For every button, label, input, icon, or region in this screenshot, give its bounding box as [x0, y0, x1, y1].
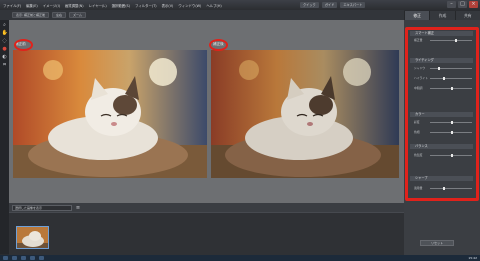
- mode-expert[interactable]: エキスパート: [340, 2, 366, 8]
- menu-enhance[interactable]: 画質調整(N): [65, 3, 84, 8]
- red-eye-icon[interactable]: ●: [2, 46, 8, 52]
- layout-select[interactable]: 左右: [51, 12, 66, 18]
- tab-fix[interactable]: 修正: [404, 11, 430, 20]
- zoom-select[interactable]: ズーム: [68, 12, 86, 18]
- options-bar: 表示: 補正前と補正後 左右 ズーム: [0, 10, 404, 20]
- taskbar-app-icon[interactable]: [21, 256, 26, 260]
- bin-options-icon[interactable]: ≡: [75, 205, 81, 211]
- menu-image[interactable]: イメージ(I): [43, 3, 60, 8]
- panel-tab-bar: 修正 作成 共有: [404, 11, 480, 20]
- tab-create[interactable]: 作成: [429, 11, 454, 20]
- menu-view[interactable]: 表示(V): [162, 3, 174, 8]
- tab-share[interactable]: 共有: [454, 11, 480, 20]
- view-mode-select[interactable]: 表示: 補正前と補正後: [12, 12, 49, 18]
- before-photo[interactable]: [13, 50, 207, 178]
- tool-strip: ⌕ ✋ ◌ ● ◐ ⌗: [0, 20, 9, 254]
- taskbar-clock: 15:42: [468, 256, 477, 260]
- zoom-tool-icon[interactable]: ⌕: [2, 22, 8, 28]
- cat-photo-before: [13, 50, 207, 178]
- quick-select-icon[interactable]: ◌: [2, 38, 8, 44]
- cat-photo-after: [211, 50, 399, 178]
- menu-layer[interactable]: レイヤー(L): [89, 3, 107, 8]
- menu-window[interactable]: ウィンドウ(W): [178, 3, 201, 8]
- menu-file[interactable]: ファイル(F): [3, 3, 21, 8]
- before-label-highlight: [14, 39, 33, 51]
- after-label-highlight: [209, 39, 228, 51]
- maximize-icon[interactable]: □: [458, 1, 467, 8]
- mode-quick[interactable]: クイック: [300, 2, 319, 8]
- close-icon[interactable]: ×: [469, 1, 478, 8]
- hand-tool-icon[interactable]: ✋: [2, 30, 8, 36]
- menu-filter[interactable]: フィルター(T): [135, 3, 157, 8]
- menu-edit[interactable]: 編集(E): [26, 3, 38, 8]
- image-canvas: 補正前 補正後: [9, 20, 404, 203]
- photo-bin-bar: 選択した画像を表示 ≡: [9, 203, 404, 212]
- taskbar-app-icon[interactable]: [12, 256, 17, 260]
- after-photo[interactable]: [211, 50, 399, 178]
- window-controls: – □ ×: [447, 1, 478, 8]
- menu-help[interactable]: ヘルプ(H): [206, 3, 221, 8]
- minimize-icon[interactable]: –: [447, 1, 456, 8]
- menu-bar: ファイル(F) 編集(E) イメージ(I) 画質調整(N) レイヤー(L) 選択…: [0, 0, 480, 10]
- taskbar: 15:42: [0, 255, 480, 261]
- reset-button[interactable]: リセット: [420, 240, 454, 246]
- whiten-teeth-icon[interactable]: ◐: [2, 54, 8, 60]
- edit-mode-switcher: クイック ガイド エキスパート: [300, 1, 366, 9]
- menu-select[interactable]: 選択範囲(S): [112, 3, 130, 8]
- start-icon[interactable]: [3, 256, 8, 260]
- bin-source-select[interactable]: 選択した画像を表示: [12, 204, 72, 211]
- taskbar-app-icon[interactable]: [39, 256, 44, 260]
- taskbar-app-icon[interactable]: [30, 256, 35, 260]
- photo-bin: [9, 212, 404, 255]
- bin-thumbnail[interactable]: [16, 226, 49, 249]
- panel-highlight-box: [405, 27, 479, 201]
- mode-guided[interactable]: ガイド: [321, 2, 338, 8]
- thumbnail-image: [17, 227, 48, 248]
- crop-tool-icon[interactable]: ⌗: [2, 62, 8, 68]
